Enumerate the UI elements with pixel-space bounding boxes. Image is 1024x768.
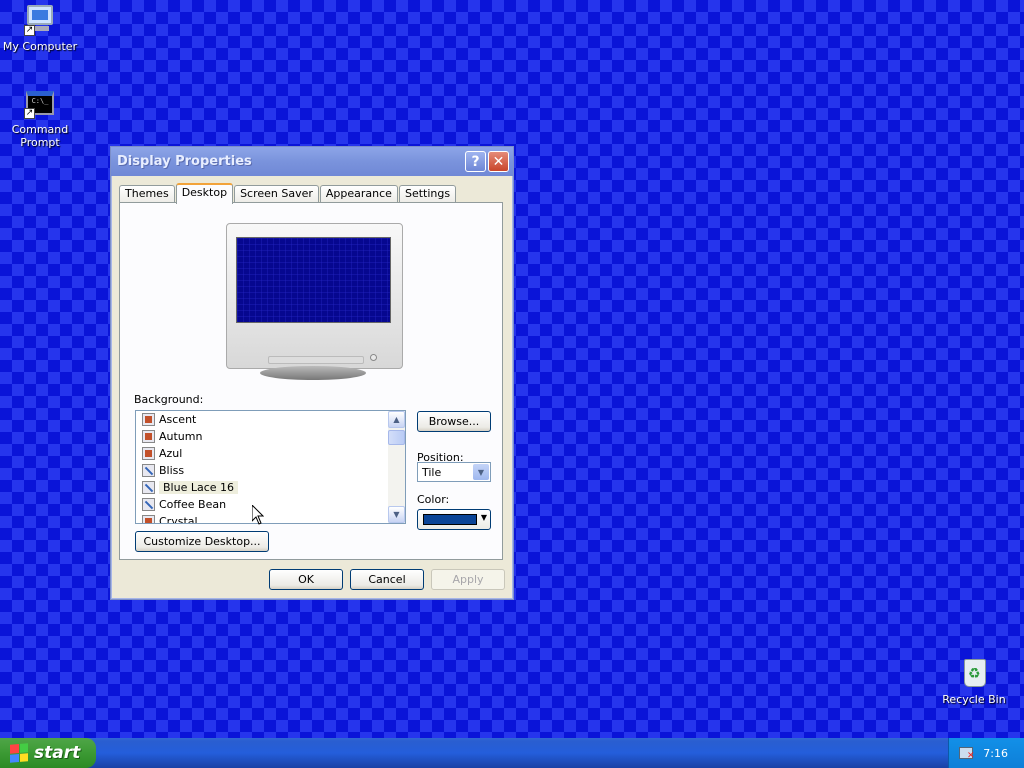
desktop-tab-panel: Background: Ascent Autumn Azul Bliss Blu… — [119, 202, 503, 560]
list-item-crystal[interactable]: Crystal — [136, 513, 405, 524]
list-item-autumn[interactable]: Autumn — [136, 428, 405, 445]
background-label: Background: — [134, 393, 204, 406]
tab-themes[interactable]: Themes — [119, 185, 175, 203]
my-computer-icon: ↗ — [24, 4, 56, 36]
list-item-label: Azul — [159, 447, 183, 460]
bitmap-icon — [142, 515, 155, 523]
arrow-up-icon: ▲ — [393, 415, 400, 424]
list-item-label: Ascent — [159, 413, 197, 426]
list-item-label: Bliss — [159, 464, 185, 477]
jpeg-icon — [142, 481, 155, 494]
tab-screen-saver[interactable]: Screen Saver — [234, 185, 319, 203]
monitor-stand — [260, 366, 366, 380]
list-item-azul[interactable]: Azul — [136, 445, 405, 462]
bitmap-icon — [142, 430, 155, 443]
start-label: start — [34, 743, 81, 763]
position-select[interactable]: Tile ▼ — [417, 462, 491, 482]
color-picker-button[interactable]: ▼ — [417, 509, 491, 530]
mouse-pointer-icon — [251, 503, 265, 525]
scroll-up-button[interactable]: ▲ — [388, 411, 405, 428]
monitor-icon — [226, 223, 403, 369]
bitmap-icon — [142, 447, 155, 460]
list-item-label: Autumn — [159, 430, 203, 443]
display-properties-dialog: Display Properties ? ✕ Themes Desktop Sc… — [110, 146, 514, 600]
shortcut-arrow-icon: ↗ — [24, 108, 35, 119]
ok-button[interactable]: OK — [269, 569, 343, 590]
background-list[interactable]: Ascent Autumn Azul Bliss Blue Lace 16 Co… — [135, 410, 406, 524]
close-icon: ✕ — [492, 153, 505, 170]
tab-appearance[interactable]: Appearance — [319, 185, 398, 203]
close-button[interactable]: ✕ — [488, 151, 509, 172]
color-swatch — [423, 514, 477, 525]
bitmap-icon — [142, 413, 155, 426]
chevron-down-icon[interactable]: ▼ — [473, 464, 489, 480]
desktop-icon-label: Recycle Bin — [942, 693, 1006, 706]
list-item-ascent[interactable]: Ascent — [136, 411, 405, 428]
customize-desktop-button[interactable]: Customize Desktop... — [135, 531, 269, 552]
start-button[interactable]: start — [0, 738, 96, 768]
scrollbar-thumb[interactable] — [388, 430, 405, 445]
desktop-icon-label: My Computer — [2, 40, 78, 53]
shortcut-arrow-icon: ↗ — [24, 25, 35, 36]
vertical-scrollbar[interactable]: ▲ ▼ — [388, 411, 405, 523]
tab-strip: Themes Desktop Screen Saver Appearance S… — [119, 183, 457, 204]
color-label: Color: — [417, 493, 450, 506]
windows-logo-icon — [10, 743, 28, 763]
desktop-icon-command-prompt[interactable]: C:\_ ↗ Command Prompt — [0, 87, 80, 149]
desktop-icon-label: Command Prompt — [11, 123, 69, 149]
desktop-icon-my-computer[interactable]: ↗ My Computer — [0, 4, 80, 53]
arrow-down-icon: ▼ — [393, 510, 400, 519]
tab-settings[interactable]: Settings — [398, 185, 457, 203]
command-prompt-icon: C:\_ ↗ — [24, 87, 56, 119]
list-item-label: Blue Lace 16 — [159, 481, 239, 494]
cancel-button[interactable]: Cancel — [350, 569, 424, 590]
monitor-bezel — [268, 356, 364, 364]
list-item-bliss[interactable]: Bliss — [136, 462, 405, 479]
list-item-label: Crystal — [159, 515, 198, 524]
scroll-down-button[interactable]: ▼ — [388, 506, 405, 523]
jpeg-icon — [142, 464, 155, 477]
network-disconnected-icon[interactable] — [959, 745, 975, 761]
clock[interactable]: 7:16 — [983, 747, 1008, 760]
recycle-bin-icon — [958, 657, 990, 689]
position-value: Tile — [422, 466, 442, 479]
monitor-preview — [226, 223, 403, 380]
tab-desktop[interactable]: Desktop — [175, 183, 234, 204]
caret-down-icon: ▼ — [480, 513, 487, 522]
help-button[interactable]: ? — [465, 151, 486, 172]
wallpaper-preview — [236, 237, 391, 323]
desktop-icon-recycle-bin[interactable]: Recycle Bin — [934, 657, 1014, 706]
browse-button[interactable]: Browse... — [417, 411, 491, 432]
power-led-icon — [370, 354, 377, 361]
taskbar: start 7:16 — [0, 738, 1024, 768]
title-bar[interactable]: Display Properties ? ✕ — [111, 147, 513, 176]
jpeg-icon — [142, 498, 155, 511]
apply-button: Apply — [431, 569, 505, 590]
list-item-label: Coffee Bean — [159, 498, 227, 511]
system-tray: 7:16 — [948, 738, 1024, 768]
list-item-blue-lace-16[interactable]: Blue Lace 16 — [136, 479, 405, 496]
dialog-title: Display Properties — [117, 154, 252, 169]
list-item-coffee-bean[interactable]: Coffee Bean — [136, 496, 405, 513]
